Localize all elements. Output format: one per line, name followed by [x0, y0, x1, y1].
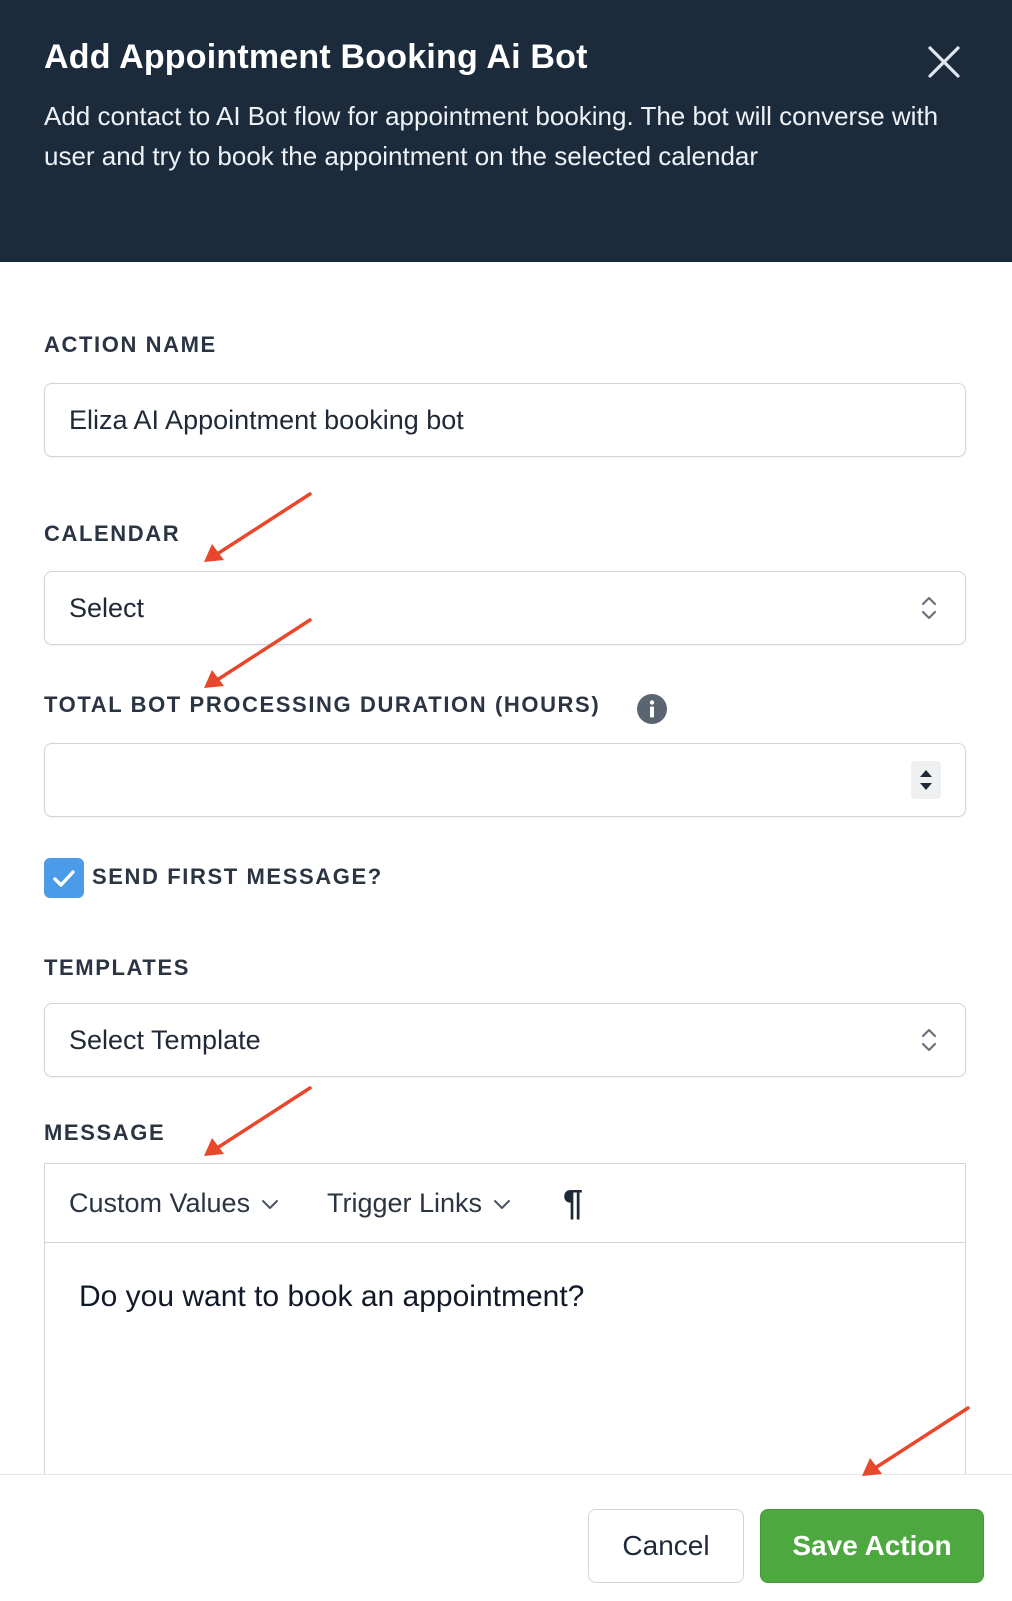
action-name-input[interactable]: Eliza AI Appointment booking bot	[44, 383, 966, 457]
modal-header: Add Appointment Booking Ai Bot Add conta…	[0, 0, 1012, 262]
chevron-down-icon	[494, 1199, 511, 1209]
custom-values-label: Custom Values	[69, 1188, 251, 1218]
paragraph-icon[interactable]: ¶	[563, 1182, 583, 1224]
templates-selected-value: Select Template	[69, 1025, 261, 1055]
annotation-arrow-icon	[204, 492, 312, 562]
checkmark-icon	[53, 870, 75, 887]
trigger-links-dropdown[interactable]: Trigger Links	[327, 1164, 512, 1242]
number-spinner[interactable]	[911, 761, 941, 799]
send-first-message-checkbox[interactable]	[44, 858, 84, 898]
select-updown-icon	[921, 596, 937, 620]
save-action-button[interactable]: Save Action	[760, 1509, 984, 1583]
modal-description: Add contact to AI Bot flow for appointme…	[44, 101, 939, 171]
duration-label: TOTAL BOT PROCESSING DURATION (HOURS)	[44, 692, 601, 717]
templates-label: TEMPLATES	[44, 955, 190, 980]
calendar-selected-value: Select	[69, 593, 145, 623]
templates-select[interactable]: Select Template	[44, 1003, 966, 1077]
modal-title: Add Appointment Booking Ai Bot	[44, 38, 588, 76]
modal-footer: Cancel Save Action	[0, 1474, 1012, 1601]
annotation-arrow-icon	[204, 1086, 312, 1156]
close-button[interactable]	[924, 42, 964, 82]
duration-input[interactable]	[44, 743, 966, 817]
close-icon	[928, 46, 960, 78]
spinner-arrows-icon	[920, 770, 932, 790]
action-name-value: Eliza AI Appointment booking bot	[69, 405, 464, 435]
message-body[interactable]: Do you want to book an appointment?	[79, 1280, 584, 1314]
chevron-down-icon	[262, 1199, 279, 1209]
select-updown-icon	[921, 1028, 937, 1052]
custom-values-dropdown[interactable]: Custom Values	[69, 1164, 280, 1242]
cancel-button[interactable]: Cancel	[588, 1509, 744, 1583]
trigger-links-label: Trigger Links	[327, 1188, 483, 1218]
message-label: MESSAGE	[44, 1120, 166, 1145]
calendar-label: CALENDAR	[44, 521, 181, 546]
info-icon[interactable]	[636, 693, 668, 725]
message-editor[interactable]: Custom Values Trigger Links ¶ Do you wan…	[44, 1163, 966, 1483]
send-first-message-label: SEND FIRST MESSAGE?	[92, 864, 383, 889]
action-name-label: ACTION NAME	[44, 332, 217, 357]
calendar-select[interactable]: Select	[44, 571, 966, 645]
editor-toolbar: Custom Values Trigger Links ¶	[45, 1164, 965, 1243]
